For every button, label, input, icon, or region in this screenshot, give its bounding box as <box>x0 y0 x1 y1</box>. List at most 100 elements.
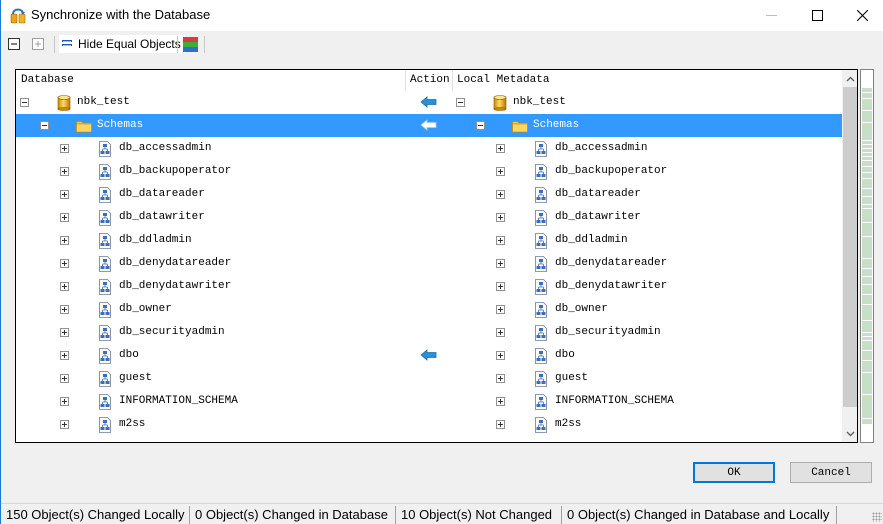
overview-marker <box>862 98 872 99</box>
expand-toggle-icon[interactable] <box>496 282 505 291</box>
overview-changed-region <box>862 88 872 424</box>
expand-toggle-icon[interactable] <box>60 213 69 222</box>
tree-row[interactable]: db_datareader db_datareader <box>16 183 842 206</box>
expand-toggle-icon[interactable] <box>496 351 505 360</box>
expand-toggle-icon[interactable] <box>496 144 505 153</box>
database-object-name: db_owner <box>119 303 172 315</box>
expand-all-button[interactable] <box>32 35 44 53</box>
expand-toggle-icon[interactable] <box>60 397 69 406</box>
tree-row[interactable]: m2ss m2ss <box>16 413 842 436</box>
overview-marker <box>862 394 872 395</box>
vertical-scrollbar[interactable] <box>842 70 857 442</box>
expand-toggle-icon[interactable] <box>60 259 69 268</box>
tree-row[interactable]: guest guest <box>16 367 842 390</box>
status-bar: 150 Object(s) Changed Locally 0 Object(s… <box>1 503 883 524</box>
status-changed-both: 0 Object(s) Changed in Database and Loca… <box>567 507 830 522</box>
tree-row[interactable]: nbk_test nbk_test <box>16 91 842 114</box>
overview-marker <box>862 258 872 259</box>
difference-overview-bar[interactable] <box>860 69 874 443</box>
chevron-down-icon <box>846 431 854 436</box>
column-header-database[interactable]: Database <box>21 74 74 86</box>
expand-toggle-icon[interactable] <box>496 236 505 245</box>
expand-toggle-icon[interactable] <box>496 374 505 383</box>
tree-row[interactable]: db_denydatareader db_denydatareader <box>16 252 842 275</box>
resize-grip[interactable] <box>872 512 882 522</box>
expand-toggle-icon[interactable] <box>60 282 69 291</box>
tree-row[interactable]: dbo dbo <box>16 344 842 367</box>
comparison-tree-grid[interactable]: Database Action Local Metadata nbk_test n… <box>15 69 858 443</box>
folder-icon <box>76 119 92 135</box>
close-button[interactable] <box>839 0 883 31</box>
expand-toggle-icon[interactable] <box>496 328 505 337</box>
expand-toggle-icon[interactable] <box>60 236 69 245</box>
ok-button[interactable]: OK <box>693 462 775 483</box>
tree-row[interactable]: Schemas Schemas <box>16 114 842 137</box>
tree-row[interactable]: db_owner db_owner <box>16 298 842 321</box>
tree-row[interactable]: db_backupoperator db_backupoperator <box>16 160 842 183</box>
tree-row[interactable]: db_securityadmin db_securityadmin <box>16 321 842 344</box>
expand-toggle-icon[interactable] <box>60 167 69 176</box>
maximize-icon <box>811 10 823 21</box>
expand-toggle-icon[interactable] <box>496 213 505 222</box>
collapse-toggle-icon[interactable] <box>40 121 49 130</box>
schema-icon <box>534 187 548 203</box>
expand-toggle-icon[interactable] <box>60 420 69 429</box>
close-icon <box>856 10 868 21</box>
local-object-name: dbo <box>555 349 575 361</box>
expand-toggle-icon[interactable] <box>496 190 505 199</box>
expand-toggle-icon[interactable] <box>60 190 69 199</box>
local-object-name: db_backupoperator <box>555 165 668 177</box>
schema-icon <box>98 302 112 318</box>
cancel-button[interactable]: Cancel <box>790 462 872 483</box>
overview-marker <box>862 304 872 305</box>
expand-toggle-icon[interactable] <box>496 397 505 406</box>
expand-toggle-icon[interactable] <box>496 420 505 429</box>
action-arrow-left-icon[interactable] <box>420 349 438 361</box>
tree-row[interactable]: db_denydatawriter db_denydatawriter <box>16 275 842 298</box>
database-object-name: db_accessadmin <box>119 142 212 154</box>
overview-marker <box>862 284 872 285</box>
collapse-all-button[interactable] <box>8 35 20 53</box>
tree-row[interactable]: INFORMATION_SCHEMA INFORMATION_SCHEMA <box>16 390 842 413</box>
schema-icon <box>98 348 112 364</box>
color-legend-button[interactable] <box>183 35 198 53</box>
title-bar: Synchronize with the Database <box>1 0 883 31</box>
overview-marker <box>862 332 872 333</box>
overview-marker <box>862 152 872 153</box>
schema-icon <box>534 233 548 249</box>
collapse-toggle-icon[interactable] <box>476 121 485 130</box>
database-object-name: db_securityadmin <box>119 326 225 338</box>
status-divider <box>395 506 396 524</box>
expand-toggle-icon[interactable] <box>60 374 69 383</box>
maximize-button[interactable] <box>794 0 840 31</box>
expand-toggle-icon[interactable] <box>496 305 505 314</box>
overview-marker <box>862 360 872 361</box>
overview-marker <box>862 372 872 373</box>
expand-toggle-icon[interactable] <box>60 328 69 337</box>
tree-row[interactable]: db_ddladmin db_ddladmin <box>16 229 842 252</box>
hide-equal-objects-button[interactable]: Hide Equal Objects <box>59 35 185 53</box>
action-arrow-left-icon[interactable] <box>420 96 438 108</box>
local-object-name: db_ddladmin <box>555 234 628 246</box>
collapse-toggle-icon[interactable] <box>456 98 465 107</box>
overview-marker <box>862 160 872 161</box>
expand-toggle-icon[interactable] <box>496 259 505 268</box>
scroll-down-button[interactable] <box>842 425 857 442</box>
expand-toggle-icon[interactable] <box>60 305 69 314</box>
column-header-local-metadata[interactable]: Local Metadata <box>457 74 549 86</box>
tree-row[interactable]: db_accessadmin db_accessadmin <box>16 137 842 160</box>
column-header-action[interactable]: Action <box>410 74 450 86</box>
tree-row[interactable]: db_datawriter db_datawriter <box>16 206 842 229</box>
scroll-thumb[interactable] <box>843 87 857 407</box>
overview-marker <box>862 276 872 277</box>
collapse-toggle-icon[interactable] <box>20 98 29 107</box>
overview-marker <box>862 294 872 295</box>
database-object-name: db_ddladmin <box>119 234 192 246</box>
action-arrow-left-icon[interactable] <box>420 119 438 131</box>
expand-toggle-icon[interactable] <box>60 351 69 360</box>
scroll-up-button[interactable] <box>842 70 857 87</box>
expand-toggle-icon[interactable] <box>60 144 69 153</box>
schema-icon <box>534 302 548 318</box>
minimize-button[interactable] <box>748 0 794 31</box>
expand-toggle-icon[interactable] <box>496 167 505 176</box>
